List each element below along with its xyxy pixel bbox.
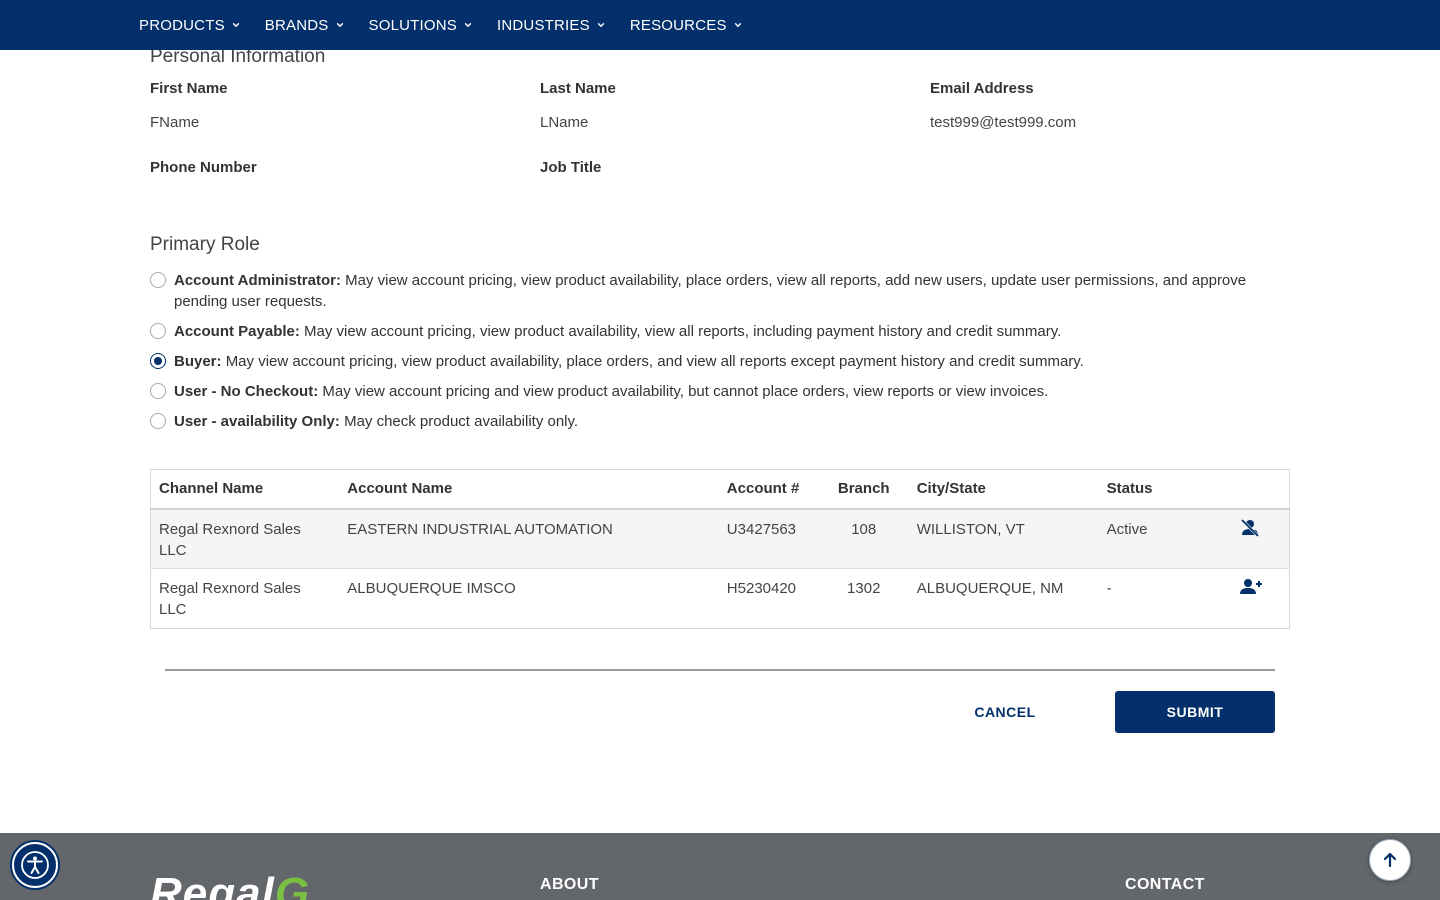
email-label: Email Address	[930, 80, 1034, 97]
cell-channel: Regal Rexnord Sales LLC	[150, 508, 340, 569]
chevron-down-icon	[597, 22, 605, 28]
nav-item-label: SOLUTIONS	[368, 16, 457, 34]
role-name: Account Administrator:	[174, 272, 341, 289]
nav-item-label: RESOURCES	[629, 16, 727, 34]
primary-role-title: Primary Role	[150, 234, 260, 255]
table-row: Regal Rexnord Sales LLC ALBUQUERQUE IMSC…	[150, 568, 1290, 629]
last-name-value: LName	[540, 114, 589, 131]
cell-account-no: U3427563	[718, 508, 819, 569]
form-divider	[165, 669, 1275, 671]
first-name-label: First Name	[150, 80, 228, 97]
role-text: Account Payable: May view account pricin…	[174, 321, 1061, 342]
chevron-down-icon	[336, 22, 343, 28]
remove-user-icon[interactable]	[1240, 518, 1260, 537]
role-desc: May view account pricing, view product a…	[225, 353, 1084, 370]
first-name-value: FName	[150, 114, 200, 131]
table-header-row: Channel Name Account Name Account # Bran…	[150, 469, 1290, 510]
role-text: Buyer: May view account pricing, view pr…	[174, 351, 1084, 372]
column-header-status: Status	[1098, 469, 1219, 510]
column-header-account-no: Account #	[718, 469, 819, 510]
cell-account-no: H5230420	[718, 568, 819, 629]
role-name: Buyer:	[174, 353, 222, 370]
footer: RegalG ABOUT CONTACT	[0, 833, 1440, 900]
email-value: test999@test999.com	[930, 114, 1077, 131]
cell-action	[1218, 568, 1290, 629]
role-text: User - availability Only: May check prod…	[174, 411, 578, 432]
column-header-city-state: City/State	[908, 469, 1099, 510]
arrow-up-icon	[1383, 852, 1397, 868]
role-name: User - No Checkout:	[174, 383, 319, 400]
column-header-account-name: Account Name	[339, 469, 719, 510]
cell-status: -	[1098, 568, 1219, 629]
role-desc: May view account pricing and view produc…	[322, 383, 1049, 400]
role-radio-selected[interactable]	[150, 353, 166, 369]
chevron-down-icon	[464, 22, 472, 28]
nav-item-label: INDUSTRIES	[496, 16, 590, 34]
role-radio-group: Account Administrator: May view account …	[150, 270, 1290, 441]
role-text: User - No Checkout: May view account pri…	[174, 381, 1048, 402]
cell-action	[1218, 508, 1290, 569]
footer-heading-contact[interactable]: CONTACT	[1125, 876, 1205, 894]
chevron-down-icon	[232, 22, 240, 28]
cell-account-name: EASTERN INDUSTRIAL AUTOMATION	[339, 508, 719, 569]
role-option-account-payable[interactable]: Account Payable: May view account pricin…	[150, 321, 1290, 342]
regal-logo[interactable]: RegalG	[150, 869, 310, 900]
role-desc: May check product availability only.	[344, 413, 579, 430]
nav-item-brands[interactable]: BRANDS	[265, 17, 344, 34]
accessibility-icon	[21, 851, 49, 879]
nav-item-solutions[interactable]: SOLUTIONS	[369, 17, 472, 34]
role-name: User - availability Only:	[174, 413, 340, 430]
role-desc: May view account pricing, view product a…	[304, 323, 1062, 340]
cell-account-name: ALBUQUERQUE IMSCO	[339, 568, 719, 629]
role-option-buyer[interactable]: Buyer: May view account pricing, view pr…	[150, 351, 1290, 372]
top-nav: PRODUCTS BRANDS SOLUTIONS INDUSTRIES RES…	[0, 0, 1440, 50]
cell-branch: 1302	[818, 568, 909, 629]
back-to-top-button[interactable]	[1369, 839, 1411, 881]
accounts-table: Channel Name Account Name Account # Bran…	[150, 469, 1290, 629]
role-text: Account Administrator: May view account …	[174, 270, 1290, 312]
submit-button[interactable]: SUBMIT	[1115, 691, 1275, 733]
nav-item-industries[interactable]: INDUSTRIES	[497, 17, 605, 34]
table-row: Regal Rexnord Sales LLC EASTERN INDUSTRI…	[150, 508, 1290, 569]
role-radio[interactable]	[150, 272, 166, 288]
logo-mark: G	[274, 869, 311, 900]
column-header-channel: Channel Name	[150, 469, 340, 510]
role-radio[interactable]	[150, 383, 166, 399]
logo-text: Regal	[150, 869, 275, 900]
role-name: Account Payable:	[174, 323, 300, 340]
chevron-down-icon	[734, 22, 741, 28]
role-option-user-availability-only[interactable]: User - availability Only: May check prod…	[150, 411, 1290, 432]
add-user-icon[interactable]	[1240, 578, 1263, 596]
column-header-action	[1218, 469, 1290, 510]
nav-item-label: PRODUCTS	[139, 16, 225, 34]
cell-channel: Regal Rexnord Sales LLC	[150, 568, 340, 629]
phone-label: Phone Number	[150, 159, 257, 176]
role-option-user-no-checkout[interactable]: User - No Checkout: May view account pri…	[150, 381, 1290, 402]
nav-item-resources[interactable]: RESOURCES	[630, 17, 742, 34]
job-title-label: Job Title	[540, 159, 602, 176]
nav-item-label: BRANDS	[264, 16, 329, 34]
column-header-branch: Branch	[818, 469, 909, 510]
role-option-account-administrator[interactable]: Account Administrator: May view account …	[150, 270, 1290, 312]
role-radio[interactable]	[150, 323, 166, 339]
last-name-label: Last Name	[540, 80, 616, 97]
role-radio[interactable]	[150, 413, 166, 429]
cell-branch: 108	[818, 508, 909, 569]
cell-status: Active	[1098, 508, 1219, 569]
footer-heading-about[interactable]: ABOUT	[540, 876, 599, 894]
cell-city-state: ALBUQUERQUE, NM	[908, 568, 1099, 629]
nav-item-products[interactable]: PRODUCTS	[139, 17, 240, 34]
accessibility-button[interactable]	[12, 842, 58, 888]
cancel-button[interactable]: CANCEL	[935, 691, 1075, 733]
cell-city-state: WILLISTON, VT	[908, 508, 1099, 569]
